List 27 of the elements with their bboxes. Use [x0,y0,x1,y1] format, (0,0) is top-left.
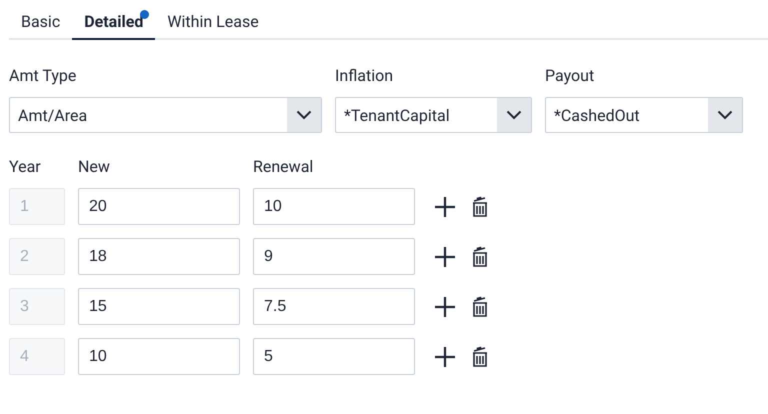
column-header: Renewal [253,157,314,176]
add-icon[interactable] [434,296,456,318]
input-field[interactable]: 5 [253,338,415,375]
input-field[interactable]: 20 [78,188,240,225]
column-header: Year [9,157,42,176]
dropdown[interactable]: *CashedOut [545,97,743,133]
dropdown[interactable]: Amt/Area [9,97,322,133]
input-field[interactable]: 18 [78,238,240,275]
add-icon[interactable] [434,246,456,268]
input-field[interactable]: 15 [78,288,240,325]
tab[interactable]: Basic [9,10,72,40]
add-icon[interactable] [434,196,456,218]
field-label: Amt Type [9,66,78,85]
column-header: New [78,157,111,176]
field-label: Payout [545,66,596,85]
tab[interactable]: Within Lease [155,10,271,40]
chevron-down-icon [506,110,522,120]
tab[interactable]: Detailed [72,10,156,40]
input-field[interactable]: 9 [253,238,415,275]
input-field[interactable]: 10 [78,338,240,375]
add-icon[interactable] [434,346,456,368]
dropdown[interactable]: *TenantCapital [335,97,532,133]
input-field[interactable]: 7.5 [253,288,415,325]
chevron-down-icon [296,110,312,120]
input-field[interactable]: 10 [253,188,415,225]
field-label: Inflation [335,66,394,85]
chevron-down-icon [717,110,733,120]
